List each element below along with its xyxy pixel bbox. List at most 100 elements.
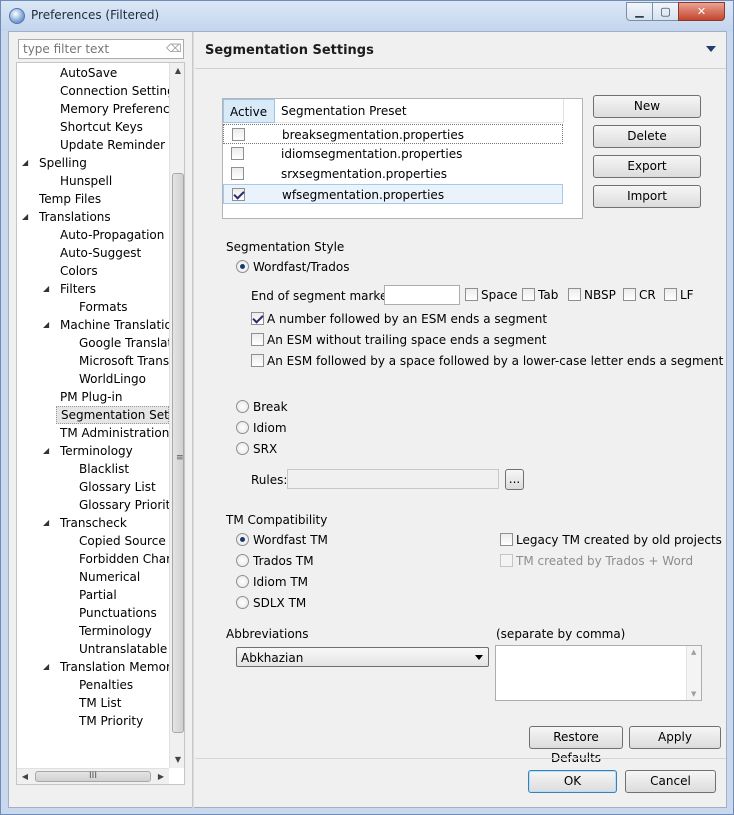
tree-item[interactable]: Hunspell bbox=[56, 172, 169, 190]
rules-browse-button[interactable]: ... bbox=[505, 469, 524, 490]
view-menu-icon[interactable] bbox=[706, 46, 716, 52]
apply-button[interactable]: Apply bbox=[629, 726, 721, 749]
scroll-down-icon[interactable]: ▼ bbox=[170, 752, 184, 768]
horizontal-scroll-thumb[interactable]: III bbox=[35, 771, 151, 782]
tree-item[interactable]: Glossary Priority bbox=[75, 496, 177, 514]
close-button[interactable]: ✕ bbox=[678, 2, 725, 21]
esm-no-space-label[interactable]: An ESM without trailing space ends a seg… bbox=[267, 332, 546, 348]
tree-item[interactable]: Partial bbox=[75, 586, 169, 604]
column-header-preset[interactable]: Segmentation Preset bbox=[275, 99, 564, 123]
new-button[interactable]: New bbox=[593, 95, 701, 118]
clear-filter-icon[interactable]: ⌫ bbox=[166, 42, 182, 56]
tree-item[interactable]: Microsoft Translator bbox=[75, 352, 184, 370]
tree-item[interactable]: Blacklist bbox=[75, 460, 169, 478]
sdlx-tm-radio[interactable] bbox=[236, 596, 249, 609]
tree-vertical-scrollbar[interactable]: ▲ ≡ ▼ bbox=[169, 63, 184, 768]
expand-icon[interactable]: ◢ bbox=[43, 320, 49, 330]
tree-item[interactable]: Google Translate bbox=[75, 334, 180, 352]
trados-tm-label[interactable]: Trados TM bbox=[253, 553, 314, 569]
wordfast-trados-label[interactable]: Wordfast/Trados bbox=[253, 259, 350, 275]
tree-item[interactable]: Terminology bbox=[75, 622, 169, 640]
tree-item[interactable]: ◢ Spelling bbox=[22, 154, 169, 172]
tree-item[interactable]: Auto-Propagation bbox=[56, 226, 169, 244]
tree-item[interactable]: Forbidden Characters bbox=[75, 550, 184, 568]
number-esm-checkbox[interactable] bbox=[251, 312, 264, 325]
expand-icon[interactable]: ◢ bbox=[43, 446, 49, 456]
number-esm-label[interactable]: A number followed by an ESM ends a segme… bbox=[267, 311, 547, 327]
expand-icon[interactable]: ◢ bbox=[22, 212, 28, 222]
tree-item[interactable]: Punctuations bbox=[75, 604, 169, 622]
tree-item[interactable]: WorldLingo bbox=[75, 370, 169, 388]
cr-checkbox[interactable] bbox=[623, 288, 636, 301]
tab-checkbox[interactable] bbox=[522, 288, 535, 301]
title-bar[interactable]: Preferences (Filtered) ▁ ▢ ✕ bbox=[1, 1, 733, 31]
tree-item[interactable]: Copied Source Check bbox=[75, 532, 184, 550]
legacy-tm-label[interactable]: Legacy TM created by old projects bbox=[516, 532, 722, 548]
tree-item[interactable]: ◢ Machine Translation bbox=[43, 316, 179, 334]
scroll-down-icon[interactable]: ▼ bbox=[691, 690, 696, 698]
srx-label[interactable]: SRX bbox=[253, 441, 277, 457]
filter-input[interactable] bbox=[19, 40, 159, 58]
break-radio[interactable] bbox=[236, 400, 249, 413]
tree-item[interactable]: Untranslatable bbox=[75, 640, 169, 658]
scroll-up-icon[interactable]: ▲ bbox=[170, 63, 184, 79]
expand-icon[interactable]: ◢ bbox=[22, 158, 28, 168]
tree-item[interactable]: TM Administration bbox=[56, 424, 169, 442]
tree-item[interactable]: TM Priority bbox=[75, 712, 169, 730]
row-active-checkbox[interactable] bbox=[232, 188, 245, 201]
tree-item[interactable]: Segmentation Settings bbox=[56, 406, 184, 424]
tree-item[interactable]: PM Plug-in bbox=[56, 388, 169, 406]
esm-lowercase-checkbox[interactable] bbox=[251, 354, 264, 367]
idiom-radio[interactable] bbox=[236, 421, 249, 434]
idiom-tm-radio[interactable] bbox=[236, 575, 249, 588]
abbreviations-textarea[interactable]: ▲ ▼ bbox=[495, 645, 702, 701]
tree-item[interactable]: Formats bbox=[75, 298, 169, 316]
table-row[interactable]: wfsegmentation.properties bbox=[223, 184, 563, 204]
lf-checkbox[interactable] bbox=[664, 288, 677, 301]
tree-item[interactable]: ◢ Translation Memory bbox=[43, 658, 178, 676]
tree-item[interactable]: Temp Files bbox=[35, 190, 169, 208]
tree-item[interactable]: ◢ Translations bbox=[22, 208, 169, 226]
minimize-button[interactable]: ▁ bbox=[626, 2, 653, 21]
expand-icon[interactable]: ◢ bbox=[43, 518, 49, 528]
table-row[interactable]: idiomsegmentation.properties bbox=[223, 144, 563, 164]
tree-item[interactable]: ◢ Filters bbox=[43, 280, 169, 298]
row-active-checkbox[interactable] bbox=[231, 147, 244, 160]
wordfast-tm-label[interactable]: Wordfast TM bbox=[253, 532, 328, 548]
wordfast-tm-radio[interactable] bbox=[236, 533, 249, 546]
row-active-checkbox[interactable] bbox=[232, 128, 245, 141]
tree-item[interactable]: Shortcut Keys bbox=[56, 118, 169, 136]
cr-label[interactable]: CR bbox=[639, 287, 656, 303]
break-label[interactable]: Break bbox=[253, 399, 288, 415]
tree-item[interactable]: Numerical bbox=[75, 568, 169, 586]
tree-item[interactable]: Update Reminder bbox=[56, 136, 169, 154]
scroll-left-icon[interactable]: ◀ bbox=[17, 769, 33, 784]
nbsp-label[interactable]: NBSP bbox=[584, 287, 616, 303]
preferences-tree[interactable]: AutoSave Connection Settings Memory Prefer… bbox=[16, 62, 185, 785]
esm-no-space-checkbox[interactable] bbox=[251, 333, 264, 346]
idiom-label[interactable]: Idiom bbox=[253, 420, 287, 436]
trados-tm-radio[interactable] bbox=[236, 554, 249, 567]
space-label[interactable]: Space bbox=[481, 287, 518, 303]
tree-item[interactable]: Auto-Suggest bbox=[56, 244, 169, 262]
tree-item[interactable]: AutoSave bbox=[56, 64, 169, 82]
tree-horizontal-scrollbar[interactable]: ◀ III ▶ bbox=[17, 768, 169, 784]
maximize-button[interactable]: ▢ bbox=[652, 2, 679, 21]
rules-input[interactable] bbox=[287, 469, 499, 489]
tree-item[interactable]: Colors bbox=[56, 262, 169, 280]
tree-item[interactable]: ◢ Terminology bbox=[43, 442, 169, 460]
nbsp-checkbox[interactable] bbox=[568, 288, 581, 301]
esm-input[interactable] bbox=[384, 285, 460, 305]
column-header-active[interactable]: Active bbox=[223, 99, 275, 123]
esm-lowercase-label[interactable]: An ESM followed by a space followed by a… bbox=[267, 353, 723, 369]
table-row[interactable]: breaksegmentation.properties bbox=[223, 124, 563, 144]
import-button[interactable]: Import bbox=[593, 185, 701, 208]
idiom-tm-label[interactable]: Idiom TM bbox=[253, 574, 308, 590]
tree-item[interactable]: Penalties bbox=[75, 676, 169, 694]
tree-item[interactable]: ◢ Transcheck bbox=[43, 514, 169, 532]
tree-item[interactable]: Memory Preferences bbox=[56, 100, 183, 118]
srx-radio[interactable] bbox=[236, 442, 249, 455]
cancel-button[interactable]: Cancel bbox=[625, 770, 716, 793]
sdlx-tm-label[interactable]: SDLX TM bbox=[253, 595, 306, 611]
expand-icon[interactable]: ◢ bbox=[43, 284, 49, 294]
